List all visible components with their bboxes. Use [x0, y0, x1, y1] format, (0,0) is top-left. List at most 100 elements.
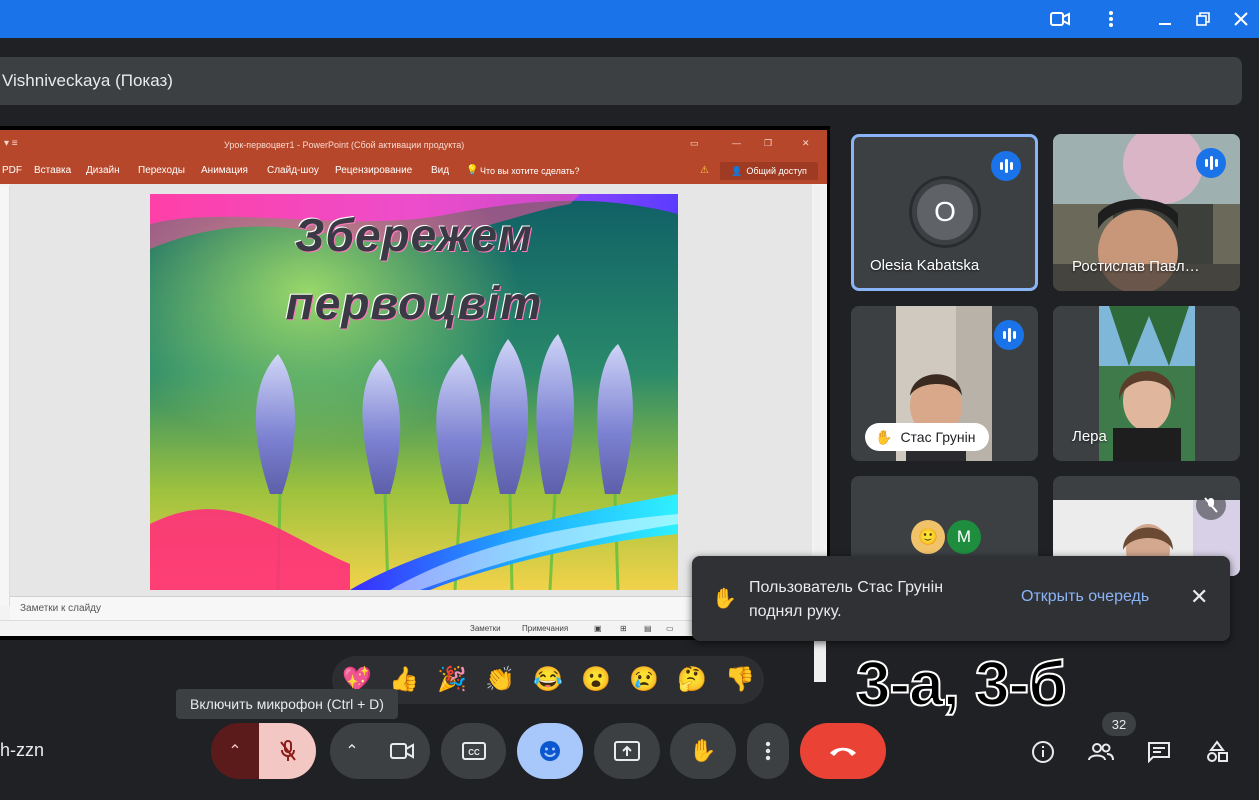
participant-name: Стас Грунін [900, 429, 976, 445]
participant-tile-lera[interactable]: Лера [1053, 306, 1240, 461]
svg-text:CC: CC [468, 748, 480, 757]
participant-name: Ростислав Павл… [1072, 258, 1200, 275]
close-icon[interactable]: ✕ [1190, 586, 1208, 608]
participant-video [1099, 306, 1195, 461]
avatar: O [912, 179, 978, 245]
activities-button[interactable] [1193, 728, 1241, 776]
mic-tooltip: Включить микрофон (Ctrl + D) [176, 689, 398, 719]
view-reading-icon: ▤ [644, 624, 652, 633]
reaction-sad[interactable]: 😢 [629, 665, 659, 694]
people-button[interactable] [1077, 728, 1125, 776]
video-camera-icon [390, 743, 414, 759]
reaction-clap[interactable]: 👏 [485, 665, 515, 694]
leave-call-button[interactable] [800, 723, 886, 779]
overlay-text: 3-а, 3-б [855, 649, 1067, 720]
lightbulb-icon: 💡 [466, 165, 479, 176]
open-queue-button[interactable]: Открыть очередь [1021, 588, 1149, 606]
present-button[interactable] [594, 723, 660, 779]
hand-icon: ✋ [875, 428, 893, 445]
hand-icon: ✋ [689, 738, 717, 763]
close-icon[interactable] [1228, 6, 1254, 32]
participant-name: Лера [1072, 428, 1107, 445]
present-screen-icon [614, 741, 640, 761]
more-vert-icon [765, 741, 771, 761]
reactions-button[interactable] [517, 723, 583, 779]
ribbon-search: Что вы хотите сделать? [480, 166, 580, 176]
warning-icon: ⚠ [700, 165, 709, 176]
presenter-bar: Vishniveckaya (Показ) [0, 57, 1242, 105]
hand-icon: ✋ [712, 588, 737, 610]
ribbon-tab-slideshow: Слайд-шоу [267, 165, 319, 176]
ppt-share-button: 👤 Общий доступ [720, 162, 818, 180]
ribbon-tab-design: Дизайн [86, 165, 120, 176]
ribbon-tab-review: Рецензирование [335, 165, 413, 176]
more-options-button[interactable] [747, 723, 789, 779]
end-call-icon [830, 747, 856, 756]
ribbon-display-icon: ▭ [690, 138, 699, 148]
hand-raised-toast: ✋ Пользователь Стас Грунін поднял руку. … [692, 556, 1230, 641]
mic-off-icon [1196, 490, 1226, 520]
ribbon-tab-transitions: Переходы [138, 165, 185, 176]
activities-icon [1207, 740, 1228, 762]
slide-title-line2: первоцвіт [285, 277, 543, 329]
mic-options-chevron-icon[interactable]: ⌃ [211, 723, 259, 779]
powerpoint-ribbon-tabs: PDF Вставка Дизайн Переходы Анимация Сла… [0, 160, 827, 184]
chat-button[interactable] [1135, 728, 1183, 776]
more-vert-icon[interactable] [1098, 6, 1124, 32]
participant-name: Olesia Kabatska [870, 257, 980, 274]
speaking-indicator-icon [1196, 148, 1226, 178]
camera-options-chevron-icon[interactable]: ⌃ [330, 723, 374, 779]
speaking-indicator-icon [991, 151, 1021, 181]
slide-canvas: Збережем первоцвіт [150, 194, 678, 590]
camera-control: ⌃ [330, 723, 430, 779]
reaction-thinking[interactable]: 🤔 [677, 665, 707, 694]
reaction-party[interactable]: 🎉 [437, 665, 467, 694]
minimize-icon[interactable] [1152, 6, 1178, 32]
people-icon [1088, 743, 1114, 761]
ppt-minimize-icon: — [732, 138, 741, 148]
emoji-icon [540, 741, 560, 761]
ppt-close-icon: ✕ [802, 138, 810, 148]
info-icon [1032, 741, 1054, 763]
view-slideshow-icon: ▭ [666, 624, 674, 633]
quick-access-icon: ▾ ≡ [4, 138, 18, 149]
ppt-share-label: Общий доступ [746, 166, 807, 176]
video-camera-icon[interactable] [1047, 6, 1073, 32]
person-icon: 👤 [731, 165, 743, 176]
participant-photo-avatar: 🙂 [911, 520, 945, 554]
camera-button[interactable] [374, 723, 430, 779]
raised-hand-badge: ✋ Стас Грунін [865, 423, 990, 451]
reaction-laugh[interactable]: 😂 [533, 665, 563, 694]
slide-title-line1: Збережем [294, 209, 534, 261]
reaction-thumbs-down[interactable]: 👎 [725, 665, 755, 694]
ribbon-tab-insert: Вставка [34, 165, 72, 176]
raise-hand-button[interactable]: ✋ [670, 723, 736, 779]
thumbnail-pane [0, 186, 10, 606]
mic-control: ⌃ [211, 723, 316, 779]
reaction-surprised[interactable]: 😮 [581, 665, 611, 694]
restore-icon[interactable] [1190, 6, 1216, 32]
avatar-initial: O [934, 196, 956, 227]
participant-tile-rostyslav[interactable]: Ростислав Павл… [1053, 134, 1240, 291]
window-titlebar [0, 0, 1259, 38]
avatar: M [947, 520, 981, 554]
slide-editor: Збережем первоцвіт [10, 184, 812, 596]
chat-icon [1148, 742, 1170, 763]
avatar-initial: M [956, 527, 972, 546]
notes-placeholder: Заметки к слайду [20, 603, 101, 614]
powerpoint-titlebar: ▾ ≡ Урок-первоцвет1 - PowerPoint (Сбой а… [0, 130, 827, 160]
ppt-restore-icon: ❐ [764, 138, 773, 148]
captions-button[interactable]: CC [441, 723, 506, 779]
meeting-code: h-zzn [0, 740, 45, 760]
meeting-info-button[interactable] [1019, 728, 1067, 776]
view-sorter-icon: ⊞ [620, 624, 627, 633]
status-notes: Заметки [470, 624, 501, 633]
mic-off-icon [279, 740, 296, 761]
participant-tile-stas[interactable]: ✋ Стас Грунін [851, 306, 1038, 461]
speaking-indicator-icon [994, 320, 1024, 350]
powerpoint-title: Урок-первоцвет1 - PowerPoint (Сбой актив… [224, 140, 465, 150]
status-comments: Примечания [522, 624, 569, 633]
mic-off-button[interactable] [259, 723, 316, 779]
ribbon-tab-view: Вид [431, 165, 450, 176]
participant-tile-olesia[interactable]: O Olesia Kabatska [851, 134, 1038, 291]
